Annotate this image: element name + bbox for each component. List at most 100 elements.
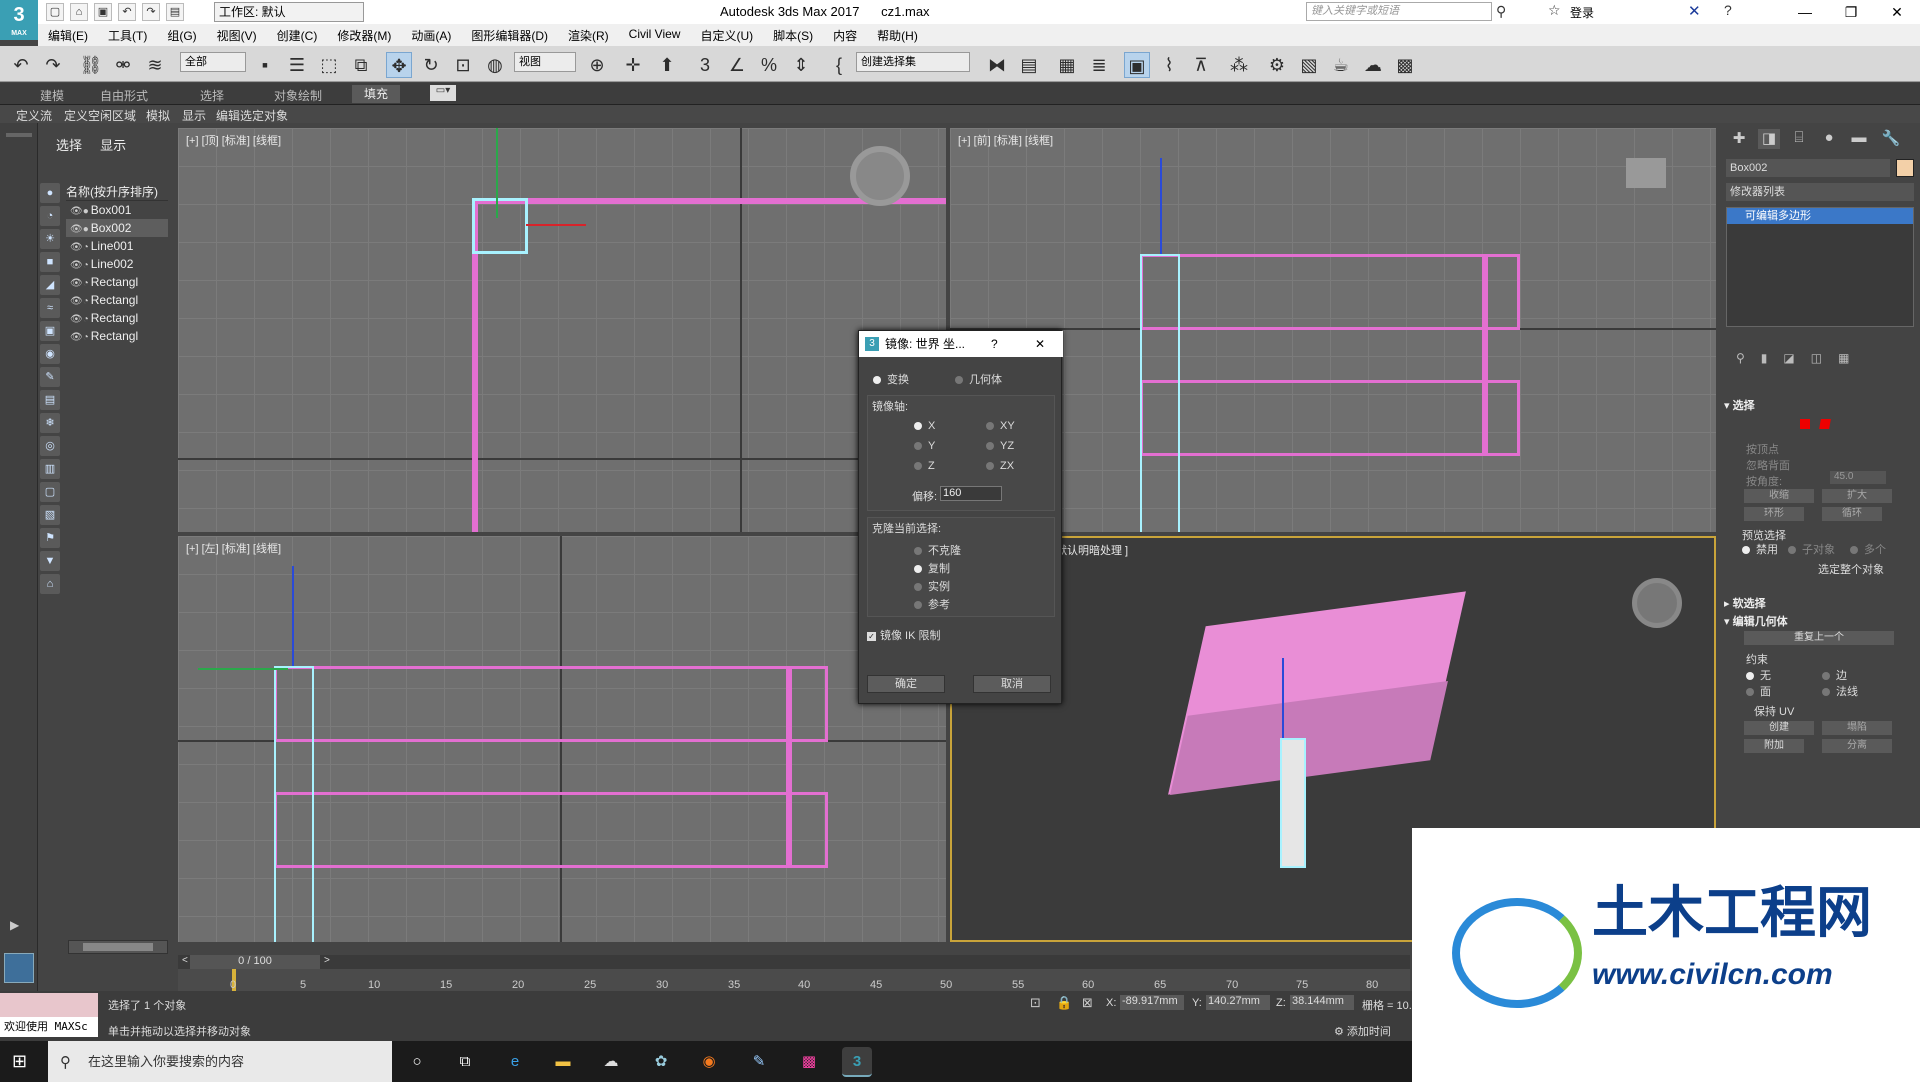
list-item[interactable]: 👁◔ Rectangl bbox=[66, 327, 168, 345]
rectangle-shape[interactable] bbox=[786, 666, 792, 868]
visibility-eye-icon[interactable]: 👁◔ bbox=[70, 314, 89, 325]
menu-tools[interactable]: 工具(T) bbox=[98, 24, 157, 46]
z-coord-field[interactable]: 38.144mm bbox=[1290, 995, 1354, 1010]
save-file-icon[interactable]: ▣ bbox=[94, 3, 112, 21]
ribbon-tab-populate[interactable]: 填充 bbox=[352, 85, 401, 103]
menu-help[interactable]: 帮助(H) bbox=[867, 24, 928, 46]
star-icon[interactable]: ☆ bbox=[1548, 2, 1561, 19]
radio-axis-yz[interactable]: YZ bbox=[986, 440, 1014, 452]
grow-button[interactable]: 扩大 bbox=[1822, 489, 1892, 503]
select-move-icon[interactable]: ✥ bbox=[386, 52, 412, 78]
scene-scrollbar[interactable] bbox=[68, 940, 168, 954]
radio-axis-z[interactable]: Z bbox=[914, 460, 935, 472]
filter-groups-icon[interactable]: ▣ bbox=[40, 321, 60, 341]
scene-tab-select[interactable]: 选择 bbox=[56, 138, 82, 153]
filter-helpers-icon[interactable]: ◢ bbox=[40, 275, 60, 295]
filter-hidden-icon[interactable]: ◎ bbox=[40, 436, 60, 456]
curve-editor-icon[interactable]: ⌇ bbox=[1156, 52, 1182, 78]
angle-snap-icon[interactable]: ∠ bbox=[724, 52, 750, 78]
menu-group[interactable]: 组(G) bbox=[157, 24, 206, 46]
filter-xrefs-icon[interactable]: ◉ bbox=[40, 344, 60, 364]
redo-icon[interactable]: ↷ bbox=[40, 52, 66, 78]
list-item[interactable]: 👁● Box002 bbox=[66, 219, 168, 237]
isolate-icon[interactable]: ⊡ bbox=[1030, 995, 1041, 1011]
minimize-icon[interactable]: — bbox=[1782, 0, 1828, 24]
detach-button[interactable]: 分离 bbox=[1822, 739, 1892, 753]
create-button[interactable]: 创建 bbox=[1744, 721, 1814, 735]
ribbon-options-icon[interactable]: ▭▾ bbox=[430, 85, 456, 101]
ribbon-edit-selected[interactable]: 编辑选定对象 bbox=[216, 107, 288, 124]
gizmo-y-axis[interactable] bbox=[198, 668, 288, 670]
ref-coord-dropdown[interactable]: 视图 bbox=[514, 52, 576, 72]
viewport-top[interactable]: [+] [顶] [标准] [线框] bbox=[178, 128, 946, 532]
expand-arrow-icon[interactable]: ▶ bbox=[10, 918, 19, 932]
absolute-mode-icon[interactable]: ⊠ bbox=[1082, 995, 1093, 1011]
rendered-frame-icon[interactable]: ▧ bbox=[1296, 52, 1322, 78]
a360-gallery-icon[interactable]: ▩ bbox=[1392, 52, 1418, 78]
visibility-eye-icon[interactable]: 👁◔ bbox=[70, 278, 89, 289]
element-level-icon[interactable] bbox=[1800, 419, 1810, 429]
percent-snap-icon[interactable]: % bbox=[756, 52, 782, 78]
selection-filter-dropdown[interactable]: 全部 bbox=[180, 52, 246, 72]
rect-selection-icon[interactable]: ⬚ bbox=[316, 52, 342, 78]
ribbon-display[interactable]: 显示 bbox=[182, 107, 206, 124]
dialog-close-button[interactable]: ✕ bbox=[1035, 331, 1045, 357]
viewport-left[interactable]: [+] [左] [标准] [线框] bbox=[178, 536, 946, 942]
collapse-button[interactable]: 塌陷 bbox=[1822, 721, 1892, 735]
undo-icon[interactable]: ↶ bbox=[118, 3, 136, 21]
task-view-icon[interactable]: ⧉ bbox=[450, 1047, 480, 1077]
viewport-label[interactable]: 默认明暗处理 ] bbox=[1056, 542, 1128, 558]
repeat-last-button[interactable]: 重复上一个 bbox=[1744, 631, 1894, 645]
radio-constraint-edge[interactable]: 边 bbox=[1822, 667, 1847, 683]
ribbon-toggle-icon[interactable]: ▣ bbox=[1124, 52, 1150, 78]
render-setup-icon[interactable]: ⚙ bbox=[1264, 52, 1290, 78]
ribbon-tab-object-paint[interactable]: 对象绘制 bbox=[274, 87, 322, 104]
link-icon[interactable]: ⛓ bbox=[78, 52, 104, 78]
bind-space-warp-icon[interactable]: ≋ bbox=[142, 52, 168, 78]
radio-preview-subobj[interactable]: 子对象 bbox=[1788, 541, 1835, 557]
visibility-eye-icon[interactable]: 👁● bbox=[70, 224, 89, 235]
app-icon[interactable]: ✿ bbox=[646, 1047, 676, 1077]
mirror-icon[interactable]: ⧓ bbox=[984, 52, 1010, 78]
rollout-soft-selection[interactable]: ▸ 软选择 bbox=[1724, 595, 1918, 611]
exchange-icon[interactable]: ✕ bbox=[1688, 2, 1701, 20]
radio-constraint-none[interactable]: 无 bbox=[1746, 667, 1771, 683]
ribbon-tab-modeling[interactable]: 建模 bbox=[40, 87, 64, 104]
app-icon[interactable]: ☁ bbox=[596, 1047, 626, 1077]
menu-content[interactable]: 内容 bbox=[823, 24, 867, 46]
help-icon[interactable]: ? bbox=[1724, 2, 1732, 18]
filter-spacewarps-icon[interactable]: ≈ bbox=[40, 298, 60, 318]
modify-tab-icon[interactable]: ◨ bbox=[1758, 129, 1780, 149]
menu-customize[interactable]: 自定义(U) bbox=[690, 24, 763, 46]
menu-graph-editors[interactable]: 图形编辑器(D) bbox=[461, 24, 558, 46]
list-item[interactable]: 👁◔ Rectangl bbox=[66, 273, 168, 291]
find-icon[interactable]: ⚑ bbox=[40, 528, 60, 548]
binoculars-icon[interactable]: ⚲ bbox=[1496, 3, 1506, 20]
select-scale-icon[interactable]: ⊡ bbox=[450, 52, 476, 78]
maximize-icon[interactable]: ❐ bbox=[1828, 0, 1874, 24]
workspace-dropdown[interactable]: 工作区: 默认 bbox=[214, 2, 364, 22]
filter-all-icon[interactable]: ▥ bbox=[40, 459, 60, 479]
visibility-eye-icon[interactable]: 👁● bbox=[70, 206, 89, 217]
filter-frozen-icon[interactable]: ❄ bbox=[40, 413, 60, 433]
prev-frame-icon[interactable]: < bbox=[182, 955, 188, 966]
funnel-icon[interactable]: ▼ bbox=[40, 551, 60, 571]
create-tab-icon[interactable]: ✚ bbox=[1728, 129, 1750, 149]
checkbox-ignore-backface[interactable]: 忽略背面 bbox=[1746, 457, 1790, 473]
list-item[interactable]: 👁◔ Rectangl bbox=[66, 291, 168, 309]
next-frame-icon[interactable]: > bbox=[324, 955, 330, 966]
3dsmax-taskbar-icon[interactable]: 3 bbox=[842, 1047, 872, 1077]
radio-geometry[interactable]: 几何体 bbox=[955, 371, 1002, 387]
checkbox-preserve-uv[interactable]: 保持 UV bbox=[1754, 703, 1794, 719]
scene-list-header[interactable]: 名称(按升序排序) bbox=[66, 183, 168, 201]
named-selection-dropdown[interactable]: 创建选择集 bbox=[856, 52, 970, 72]
visibility-eye-icon[interactable]: 👁◔ bbox=[70, 296, 89, 307]
radio-preview-off[interactable]: 禁用 bbox=[1742, 541, 1778, 557]
time-slider[interactable]: < 0 / 100 > bbox=[178, 955, 1410, 969]
align-icon[interactable]: ▤ bbox=[1016, 52, 1042, 78]
viewport-layout-icon[interactable] bbox=[4, 953, 34, 983]
ribbon-define-idle-areas[interactable]: 定义空闲区域 bbox=[64, 107, 136, 124]
stack-item-editable-poly[interactable]: 可编辑多边形 bbox=[1727, 208, 1913, 224]
menu-scripting[interactable]: 脚本(S) bbox=[763, 24, 823, 46]
viewport-label[interactable]: [+] [前] [标准] [线框] bbox=[958, 132, 1053, 148]
